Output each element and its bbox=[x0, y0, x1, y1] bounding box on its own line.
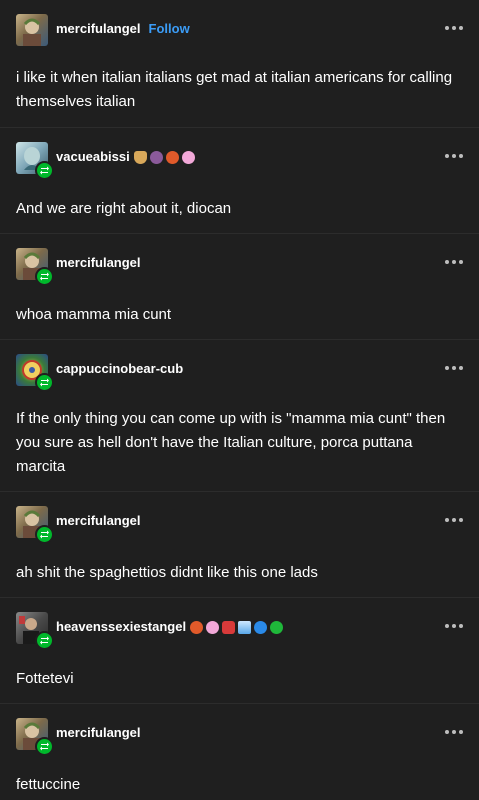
hat-badge-icon bbox=[133, 151, 147, 164]
pumpkin-badge-icon bbox=[190, 621, 204, 634]
reblog-icon bbox=[35, 631, 54, 650]
avatar[interactable] bbox=[16, 718, 54, 756]
post: cappuccinobear-cub If the only thing you… bbox=[0, 340, 479, 492]
post-header: cappuccinobear-cub bbox=[16, 354, 463, 392]
post-text: Fottetevi bbox=[16, 670, 74, 687]
username[interactable]: cappuccinobear-cub bbox=[56, 361, 183, 376]
more-options-icon[interactable] bbox=[445, 22, 463, 34]
reblog-icon bbox=[35, 525, 54, 544]
post-header: heavenssexiestangel bbox=[16, 612, 463, 650]
post-text: If the only thing you can come up with i… bbox=[16, 410, 446, 475]
username[interactable]: heavenssexiestangel bbox=[56, 619, 186, 634]
reblog-icon bbox=[35, 267, 54, 286]
pumpkin-badge-icon bbox=[165, 151, 179, 164]
badges bbox=[133, 151, 195, 164]
post-text: And we are right about it, diocan bbox=[16, 200, 232, 217]
avatar[interactable] bbox=[16, 506, 54, 544]
username[interactable]: mercifulangel bbox=[56, 255, 141, 270]
octopus-badge-icon bbox=[206, 621, 220, 634]
post-header: mercifulangel Follow bbox=[16, 14, 463, 46]
post: mercifulangel ah shit the spaghettios di… bbox=[0, 492, 479, 598]
post-text: ah shit the spaghettios didnt like this … bbox=[16, 564, 318, 581]
post-text: fettuccine bbox=[16, 776, 81, 793]
more-options-icon[interactable] bbox=[445, 514, 463, 526]
verified-badge-icon bbox=[254, 621, 268, 634]
post-header: vacueabissi bbox=[16, 142, 463, 180]
flower-badge-icon bbox=[181, 151, 195, 164]
post: heavenssexiestangel Fottetevi bbox=[0, 598, 479, 704]
post: vacueabissi And we are right about it, d… bbox=[0, 128, 479, 234]
reblog-icon bbox=[35, 373, 54, 392]
avatar[interactable] bbox=[16, 14, 48, 46]
post: mercifulangel Follow i like it when itali… bbox=[0, 0, 479, 128]
post-text: i like it when italian italians get mad … bbox=[16, 69, 453, 110]
avatar[interactable] bbox=[16, 354, 54, 392]
username[interactable]: vacueabissi bbox=[56, 149, 130, 164]
username[interactable]: mercifulangel bbox=[56, 725, 141, 740]
wing-badge-icon bbox=[238, 621, 252, 634]
badges bbox=[190, 621, 284, 634]
more-options-icon[interactable] bbox=[445, 362, 463, 374]
avatar[interactable] bbox=[16, 142, 54, 180]
post-header: mercifulangel bbox=[16, 506, 463, 544]
avatar[interactable] bbox=[16, 248, 54, 286]
post-header: mercifulangel bbox=[16, 248, 463, 286]
reblog-icon bbox=[35, 737, 54, 756]
more-options-icon[interactable] bbox=[445, 256, 463, 268]
post-text: whoa mamma mia cunt bbox=[16, 306, 172, 323]
post: mercifulangel fettuccine bbox=[0, 704, 479, 800]
username[interactable]: mercifulangel bbox=[56, 21, 141, 36]
reblog-icon bbox=[35, 161, 54, 180]
more-options-icon[interactable] bbox=[445, 620, 463, 632]
username[interactable]: mercifulangel bbox=[56, 513, 141, 528]
avatar[interactable] bbox=[16, 612, 54, 650]
shield-badge-icon bbox=[222, 621, 236, 634]
check-badge-icon bbox=[270, 621, 284, 634]
portrait-icon bbox=[23, 18, 41, 46]
post: mercifulangel whoa mamma mia cunt bbox=[0, 234, 479, 340]
follow-button[interactable]: Follow bbox=[149, 21, 190, 36]
post-header: mercifulangel bbox=[16, 718, 463, 756]
more-options-icon[interactable] bbox=[445, 150, 463, 162]
more-options-icon[interactable] bbox=[445, 726, 463, 738]
octopus-badge-icon bbox=[149, 151, 163, 164]
